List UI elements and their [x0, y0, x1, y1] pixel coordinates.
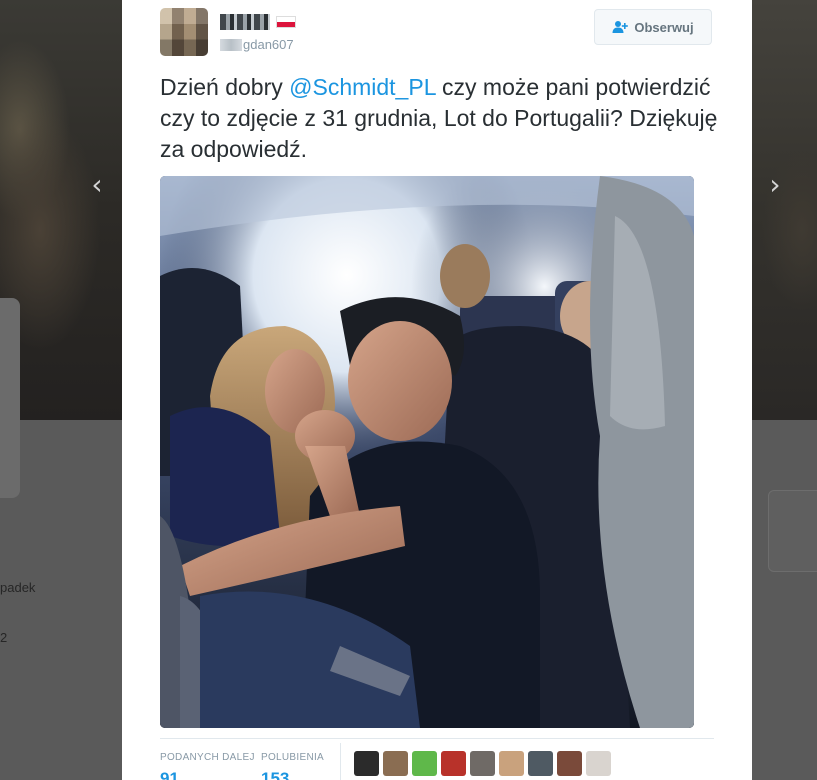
- retweets-stat[interactable]: PODANYCH DALEJ 91: [160, 747, 255, 780]
- follow-button-label: Obserwuj: [634, 19, 694, 35]
- likes-stat[interactable]: POLUBIENIA 153: [261, 747, 324, 780]
- pixelated-handle: [220, 38, 242, 51]
- tweet-card: gdan607 Obserwuj Dzień dobry @Schmidt_PL…: [122, 0, 752, 780]
- follow-user-icon: [612, 21, 629, 33]
- background-text: padek: [0, 580, 36, 595]
- screen-name-text: gdan607: [243, 37, 294, 52]
- follow-button[interactable]: Obserwuj: [594, 9, 712, 45]
- liker-avatar[interactable]: [441, 751, 466, 776]
- liker-avatar[interactable]: [383, 751, 408, 776]
- likes-count: 153: [261, 769, 290, 780]
- background-photo-right: [752, 0, 817, 420]
- background-card-left: [0, 298, 20, 498]
- tweet-text-start: Dzień dobry: [160, 74, 290, 100]
- pixelated-name: [220, 14, 270, 30]
- avatar[interactable]: [160, 8, 208, 56]
- screen-name[interactable]: gdan607: [220, 37, 294, 52]
- tweet-stats: PODANYCH DALEJ 91 POLUBIENIA 153: [160, 738, 714, 780]
- photo-image: [160, 176, 694, 728]
- liker-avatar[interactable]: [499, 751, 524, 776]
- poland-flag-icon: [276, 16, 296, 28]
- user-name[interactable]: [220, 12, 296, 32]
- tweet-text: Dzień dobry @Schmidt_PL czy może pani po…: [160, 72, 720, 165]
- chevron-left-icon[interactable]: ‹: [84, 171, 110, 199]
- background-panel-right: [752, 420, 817, 780]
- retweets-label: PODANYCH DALEJ: [160, 752, 255, 763]
- liker-avatar[interactable]: [557, 751, 582, 776]
- mention-link[interactable]: @Schmidt_PL: [289, 74, 436, 100]
- liker-avatar[interactable]: [470, 751, 495, 776]
- stats-divider: [340, 743, 341, 780]
- background-card-right: [768, 490, 817, 572]
- tweet-photo[interactable]: [160, 176, 694, 728]
- liker-avatar[interactable]: [354, 751, 379, 776]
- chevron-right-icon[interactable]: ›: [762, 171, 788, 199]
- liker-avatar[interactable]: [528, 751, 553, 776]
- retweets-count: 91: [160, 769, 179, 780]
- background-text: 2: [0, 630, 8, 645]
- liker-avatars: [354, 751, 611, 776]
- liker-avatar[interactable]: [412, 751, 437, 776]
- likes-label: POLUBIENIA: [261, 752, 325, 763]
- liker-avatar[interactable]: [586, 751, 611, 776]
